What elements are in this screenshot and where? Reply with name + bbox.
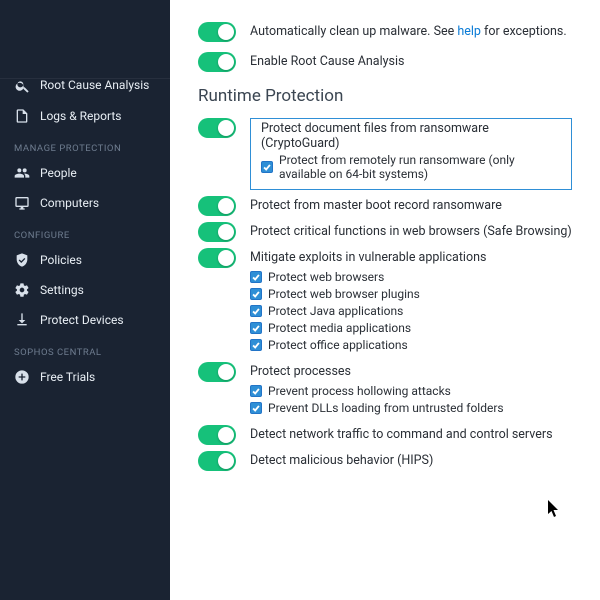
checkbox-remote-ransomware[interactable] <box>261 161 273 173</box>
toggle-label: Protect processes <box>250 362 351 379</box>
sidebar-item-label: Root Cause Analysis <box>40 78 149 92</box>
checkbox-hollowing[interactable] <box>250 385 262 397</box>
toggle-row-mbr: Protect from master boot record ransomwa… <box>198 196 572 216</box>
toggle-mitigate-exploits[interactable] <box>198 248 236 268</box>
checkbox-protect-media[interactable] <box>250 322 262 334</box>
sidebar-heading-manage: Manage Protection <box>0 131 170 158</box>
sidebar-item-people[interactable]: People <box>0 158 170 188</box>
sidebar-item-label: People <box>40 166 77 180</box>
checkbox-protect-browsers[interactable] <box>250 271 262 283</box>
section-heading-runtime: Runtime Protection <box>198 86 572 106</box>
sidebar-item-label: Policies <box>40 253 82 267</box>
sidebar-heading-central: Sophos Central <box>0 335 170 362</box>
checkbox-label: Prevent DLLs loading from untrusted fold… <box>268 401 504 415</box>
toggle-row-mitigate-exploits: Mitigate exploits in vulnerable applicat… <box>198 248 572 268</box>
cursor-icon <box>548 500 560 518</box>
checkbox-dll-untrusted[interactable] <box>250 402 262 414</box>
toggle-label: Enable Root Cause Analysis <box>250 52 405 69</box>
sidebar: Root Cause Analysis Logs & Reports Manag… <box>0 0 170 600</box>
main-content: Automatically clean up malware. See help… <box>170 0 600 600</box>
checkbox-protect-java[interactable] <box>250 305 262 317</box>
processes-sublist: Prevent process hollowing attacks Preven… <box>198 384 572 415</box>
sidebar-item-protect-devices[interactable]: Protect Devices <box>0 305 170 335</box>
checkbox-label: Protect web browser plugins <box>268 287 420 301</box>
sidebar-item-free-trials[interactable]: Free Trials <box>0 362 170 392</box>
toggle-auto-cleanup[interactable] <box>198 22 236 42</box>
toggle-rca[interactable] <box>198 52 236 72</box>
help-link[interactable]: help <box>457 24 481 39</box>
sidebar-item-label: Computers <box>40 196 99 210</box>
checkbox-row: Protect web browser plugins <box>250 287 572 301</box>
checkbox-row: Protect media applications <box>250 321 572 335</box>
checkbox-row-remote-ransomware: Protect from remotely run ransomware (on… <box>261 153 561 181</box>
checkbox-protect-office[interactable] <box>250 339 262 351</box>
checkbox-row: Prevent process hollowing attacks <box>250 384 572 398</box>
mitigate-sublist: Protect web browsers Protect web browser… <box>198 270 572 352</box>
toggle-label: Detect malicious behavior (HIPS) <box>250 451 433 468</box>
document-icon <box>14 108 30 124</box>
checkbox-row: Protect office applications <box>250 338 572 352</box>
toggle-label: Detect network traffic to command and co… <box>250 425 553 442</box>
checkbox-row: Protect Java applications <box>250 304 572 318</box>
toggle-label: Automatically clean up malware. See help… <box>250 22 567 39</box>
toggle-label: Protect document files from ransomware (… <box>261 121 561 151</box>
toggle-row-rca: Enable Root Cause Analysis <box>198 52 572 72</box>
toggle-processes[interactable] <box>198 362 236 382</box>
shield-check-icon <box>14 252 30 268</box>
toggle-row-safe-browsing: Protect critical functions in web browse… <box>198 222 572 242</box>
toggle-row-hips: Detect malicious behavior (HIPS) <box>198 451 572 471</box>
monitor-icon <box>14 195 30 211</box>
checkbox-label: Prevent process hollowing attacks <box>268 384 451 398</box>
sidebar-heading-configure: Configure <box>0 218 170 245</box>
plus-circle-icon <box>14 369 30 385</box>
toggle-hips[interactable] <box>198 451 236 471</box>
sidebar-item-label: Free Trials <box>40 370 95 384</box>
toggle-safe-browsing[interactable] <box>198 222 236 242</box>
checkbox-label: Protect media applications <box>268 321 411 335</box>
sidebar-item-computers[interactable]: Computers <box>0 188 170 218</box>
toggle-row-cryptoguard: Protect document files from ransomware (… <box>198 118 572 190</box>
checkbox-label: Protect from remotely run ransomware (on… <box>279 153 561 181</box>
toggle-label: Protect critical functions in web browse… <box>250 222 572 239</box>
toggle-row-c2-traffic: Detect network traffic to command and co… <box>198 425 572 445</box>
toggle-cryptoguard[interactable] <box>198 118 236 138</box>
checkbox-protect-plugins[interactable] <box>250 288 262 300</box>
checkbox-label: Protect Java applications <box>268 304 403 318</box>
checkbox-label: Protect web browsers <box>268 270 384 284</box>
sidebar-item-logs-reports[interactable]: Logs & Reports <box>0 101 170 131</box>
toggle-row-cleanup: Automatically clean up malware. See help… <box>198 22 572 42</box>
checkbox-row: Prevent DLLs loading from untrusted fold… <box>250 401 572 415</box>
cryptoguard-highlight-box: Protect document files from ransomware (… <box>250 118 572 190</box>
toggle-label: Protect from master boot record ransomwa… <box>250 196 502 213</box>
sidebar-item-label: Settings <box>40 283 84 297</box>
sidebar-item-policies[interactable]: Policies <box>0 245 170 275</box>
sidebar-item-settings[interactable]: Settings <box>0 275 170 305</box>
checkbox-row: Protect web browsers <box>250 270 572 284</box>
gear-icon <box>14 282 30 298</box>
toggle-mbr[interactable] <box>198 196 236 216</box>
checkbox-label: Protect office applications <box>268 338 408 352</box>
toggle-row-processes: Protect processes <box>198 362 572 382</box>
toggle-c2-traffic[interactable] <box>198 425 236 445</box>
download-icon <box>14 312 30 328</box>
sidebar-item-root-cause[interactable]: Root Cause Analysis <box>0 78 170 101</box>
magnifier-icon <box>14 78 30 94</box>
sidebar-item-label: Protect Devices <box>40 313 124 327</box>
toggle-label: Mitigate exploits in vulnerable applicat… <box>250 248 486 265</box>
sidebar-item-label: Logs & Reports <box>40 109 121 123</box>
people-icon <box>14 165 30 181</box>
